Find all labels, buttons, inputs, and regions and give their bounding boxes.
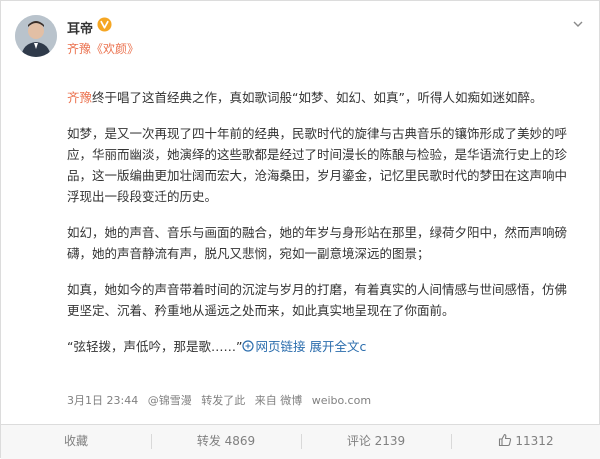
username[interactable]: 耳帝 xyxy=(67,18,93,37)
source-site: weibo.com xyxy=(311,394,372,407)
action-bar: 收藏 转发 4869 评论 2139 11312 xyxy=(1,424,600,459)
thumbs-up-icon xyxy=(499,433,512,447)
favorite-label: 收藏 xyxy=(63,434,88,448)
expand-arrow: c xyxy=(359,339,367,354)
expand-text-label: 展开全文 xyxy=(309,339,360,354)
comment-label: 评论 2139 xyxy=(346,434,406,448)
source-client: 来自 微博 xyxy=(254,394,303,407)
verified-badge-icon xyxy=(97,17,112,32)
link-icon xyxy=(242,340,255,352)
repost-label: 转发 4869 xyxy=(196,434,256,448)
weibo-post-card: 耳帝 齐豫《欢颜》 齐豫终于唱了这首经典之作，真如歌词般“如梦、如幻、如真”，听… xyxy=(0,0,600,459)
avatar[interactable] xyxy=(15,15,57,57)
like-button[interactable]: 11312 xyxy=(451,425,600,459)
chevron-down-icon[interactable] xyxy=(571,17,585,31)
repost-note: 转发了此 xyxy=(201,394,246,407)
paragraph-illusion: 如幻，她的声音、音乐与画面的融合，她的年岁与身形站在那里，绿荷夕阳中，然而声响磅… xyxy=(67,225,568,261)
expand-text-link[interactable]: 展开全文c xyxy=(309,339,366,354)
paragraph-real: 如真，她如今的声音带着时间的沉淀与岁月的打磨，有着真实的人间情感与世间感悟，仿佛… xyxy=(67,282,568,318)
repost-button[interactable]: 转发 4869 xyxy=(151,425,301,459)
quote-text: “弦轻拨，声低吟，那是歌……” xyxy=(67,339,243,354)
favorite-button[interactable]: 收藏 xyxy=(1,425,151,459)
repost-from[interactable]: @锦雪漫 xyxy=(148,394,192,407)
source-line: 齐豫《欢颜》 xyxy=(67,40,139,57)
paragraph-intro: 齐豫终于唱了这首经典之作，真如歌词般“如梦、如幻、如真”，听得人如痴如迷如醉。 xyxy=(67,87,567,108)
paragraph-quote: “弦轻拨，声低吟，那是歌……” 网页链接 展开全文c xyxy=(67,336,567,357)
webpage-link[interactable]: 网页链接 xyxy=(242,339,305,354)
source-author-link[interactable]: 齐豫 xyxy=(67,42,91,56)
source-song-link[interactable]: 《欢颜》 xyxy=(91,42,139,56)
webpage-link-label: 网页链接 xyxy=(255,339,306,354)
paragraph-intro-text: 终于唱了这首经典之作，真如歌词般“如梦、如幻、如真”，听得人如痴如迷如醉。 xyxy=(92,90,543,105)
post-content: 齐豫终于唱了这首经典之作，真如歌词般“如梦、如幻、如真”，听得人如痴如迷如醉。 … xyxy=(67,87,567,372)
comment-button[interactable]: 评论 2139 xyxy=(301,425,451,459)
like-count: 11312 xyxy=(515,434,554,448)
paragraph-dream: 如梦，是又一次再现了四十年前的经典，民歌时代的旋律与古典音乐的镶饰形成了美妙的呼… xyxy=(67,126,568,204)
post-date[interactable]: 3月1日 23:44 xyxy=(67,394,138,407)
post-meta: 3月1日 23:44 @锦雪漫 转发了此 来自 微博 weibo.com xyxy=(67,392,377,408)
mention-link[interactable]: 齐豫 xyxy=(67,90,92,105)
